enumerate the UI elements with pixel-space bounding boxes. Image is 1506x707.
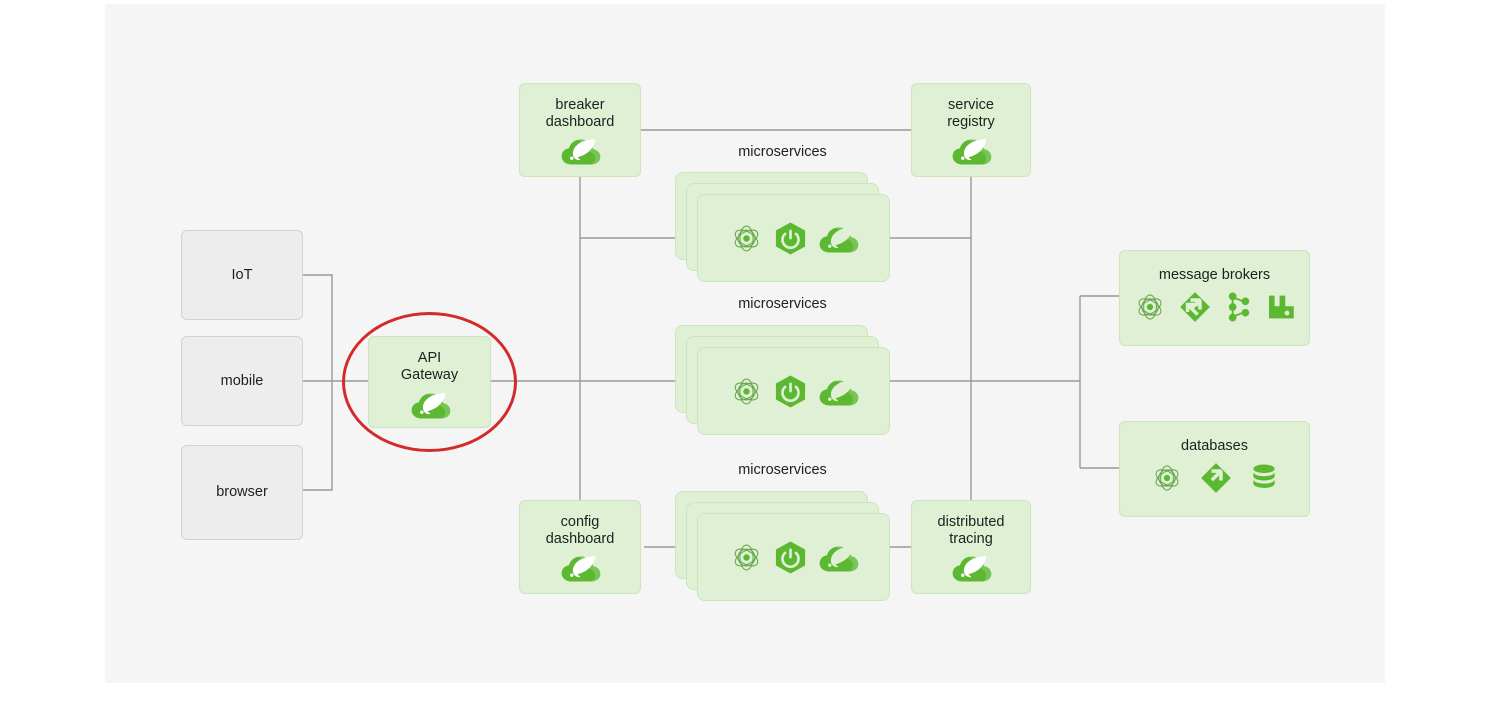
spring-cloud-icon	[819, 545, 858, 572]
node-breaker-dashboard[interactable]: breaker dashboard	[519, 83, 641, 177]
node-breaker-dashboard-label: breaker dashboard	[545, 97, 615, 130]
microservices-top-caption: microservices	[738, 144, 827, 160]
microservices-stack-middle[interactable]: microservices	[675, 296, 890, 440]
rabbitmq-icon	[1268, 295, 1294, 319]
spring-cloud-icon	[952, 555, 992, 582]
node-browser-label: browser	[216, 484, 268, 500]
microservices-top-icons	[729, 221, 859, 256]
node-config-dashboard-icons	[559, 551, 601, 583]
node-databases-icons	[1150, 461, 1280, 495]
node-distributed-tracing-icons	[950, 551, 992, 583]
spring-cloud-icon	[819, 226, 858, 253]
node-message-brokers[interactable]: message brokers	[1119, 250, 1310, 346]
spring-cloud-icon	[952, 138, 992, 165]
spring-cloud-icon	[819, 379, 858, 406]
node-mobile-label: mobile	[220, 372, 264, 389]
spring-boot-icon	[775, 540, 805, 574]
diagram-root: IoT mobile browser API Gateway breaker d…	[0, 0, 1506, 707]
atom-icon	[734, 378, 758, 404]
microservices-middle-caption: microservices	[738, 296, 827, 312]
node-config-dashboard[interactable]: config dashboard	[519, 500, 641, 594]
microservices-middle-icons	[729, 374, 859, 409]
node-iot[interactable]: IoT	[181, 230, 303, 320]
node-service-registry-icons	[950, 134, 992, 166]
stack-layer-front[interactable]	[697, 513, 890, 601]
microservices-stack-bottom[interactable]: microservices	[675, 462, 890, 606]
atom-icon	[734, 544, 758, 570]
stack-layer-front[interactable]	[697, 347, 890, 435]
microservices-stack-top[interactable]: microservices	[675, 144, 890, 287]
kafka-icon	[1228, 292, 1249, 322]
node-message-brokers-icons	[1133, 290, 1297, 324]
node-distributed-tracing[interactable]: distributed tracing	[911, 500, 1031, 594]
spring-cloud-icon	[561, 555, 601, 582]
node-databases-label: databases	[1181, 438, 1248, 454]
atom-icon	[1155, 465, 1178, 491]
node-browser[interactable]: browser	[181, 445, 303, 540]
node-service-registry[interactable]: service registry	[911, 83, 1031, 177]
node-service-registry-label: service registry	[947, 97, 995, 130]
node-iot-label: IoT	[231, 266, 253, 283]
api-gateway-highlight-ellipse	[342, 312, 517, 452]
node-mobile[interactable]: mobile	[181, 336, 303, 426]
node-distributed-tracing-label: distributed tracing	[937, 514, 1005, 547]
atom-icon	[734, 225, 758, 251]
spring-integration-icon	[1179, 292, 1210, 322]
edge-clients-bracket	[303, 274, 333, 491]
node-breaker-dashboard-icons	[559, 134, 601, 166]
microservices-bottom-caption: microservices	[738, 462, 827, 478]
node-message-brokers-label: message brokers	[1158, 267, 1271, 283]
spring-cloud-icon	[561, 138, 601, 165]
node-config-dashboard-label: config dashboard	[545, 514, 615, 547]
spring-boot-icon	[775, 374, 805, 408]
atom-icon	[1138, 294, 1161, 320]
spring-integration-icon	[1200, 463, 1231, 493]
spring-boot-icon	[775, 221, 805, 255]
stack-layer-front[interactable]	[697, 194, 890, 282]
microservices-bottom-icons	[729, 540, 859, 575]
database-icon	[1252, 464, 1275, 488]
node-databases[interactable]: databases	[1119, 421, 1310, 517]
